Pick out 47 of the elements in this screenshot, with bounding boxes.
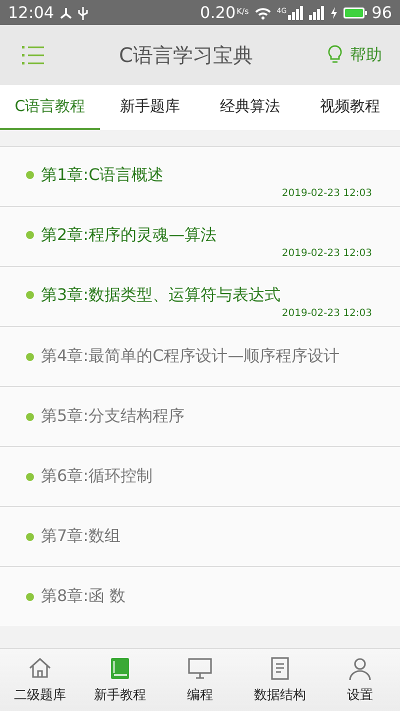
signal-icon — [288, 6, 304, 20]
nav-item[interactable]: 新手教程 — [80, 656, 160, 704]
chapter-title: 第6章:循环控制 — [41, 466, 153, 487]
chapter-title: 第2章:程序的灵魂—算法 — [41, 224, 217, 246]
bullet-icon — [26, 472, 34, 480]
chapter-item[interactable]: 第7章:数组 — [0, 506, 400, 566]
menu-icon[interactable] — [22, 44, 44, 66]
nav-item[interactable]: 数据结构 — [240, 656, 320, 704]
charging-icon — [330, 6, 338, 20]
chapter-item[interactable]: 第2章:程序的灵魂—算法 2019-02-23 12:03 — [0, 206, 400, 266]
nav-item[interactable]: 设置 — [320, 656, 400, 704]
bullet-icon — [26, 352, 34, 360]
chapter-title: 第1章:C语言概述 — [41, 164, 164, 186]
battery-icon — [342, 6, 367, 18]
bullet-icon — [26, 291, 34, 299]
bullet-icon — [26, 592, 34, 600]
chapter-item[interactable]: 第6章:循环控制 — [0, 446, 400, 506]
bullet-icon — [26, 171, 34, 179]
usb-icon — [78, 6, 88, 20]
wifi-icon — [254, 6, 272, 20]
speed-text: 0.20 — [200, 3, 236, 22]
nav-item[interactable]: 二级题库 — [0, 656, 80, 704]
chapter-title: 第7章:数组 — [41, 526, 121, 547]
chapter-title: 第8章:函 数 — [41, 586, 126, 607]
bullet-icon — [26, 412, 34, 420]
nav-item[interactable]: 编程 — [160, 656, 240, 704]
chapter-title: 第5章:分支结构程序 — [41, 406, 185, 427]
chapter-title: 第3章:数据类型、运算符与表达式 — [41, 284, 281, 306]
chapter-time: 2019-02-23 12:03 — [282, 308, 372, 318]
chapter-item[interactable]: 第4章:最简单的C程序设计—顺序程序设计 — [0, 326, 400, 386]
chapter-item[interactable]: 第3章:数据类型、运算符与表达式 2019-02-23 12:03 — [0, 266, 400, 326]
lightbulb-icon — [328, 45, 342, 65]
clock-text: 12:04 — [8, 3, 54, 22]
speed-unit-text: K/s — [236, 7, 249, 16]
bullet-icon — [26, 532, 34, 540]
chapter-item[interactable]: 第1章:C语言概述 2019-02-23 12:03 — [0, 146, 400, 206]
signal-icon — [308, 6, 325, 20]
chapter-time: 2019-02-23 12:03 — [282, 248, 372, 258]
chapter-item[interactable]: 第5章:分支结构程序 — [0, 386, 400, 446]
battery-level-text: 96 — [372, 3, 392, 22]
network-share-icon — [59, 6, 74, 20]
chapter-item[interactable]: 第8章:函 数 — [0, 566, 400, 626]
help-button[interactable]: 帮助 — [328, 44, 382, 66]
bullet-icon — [26, 231, 34, 239]
chapter-title: 第4章:最简单的C程序设计—顺序程序设计 — [41, 346, 340, 367]
app-title: C语言学习宝典 — [118, 42, 254, 68]
chapter-time: 2019-02-23 12:03 — [282, 188, 372, 198]
